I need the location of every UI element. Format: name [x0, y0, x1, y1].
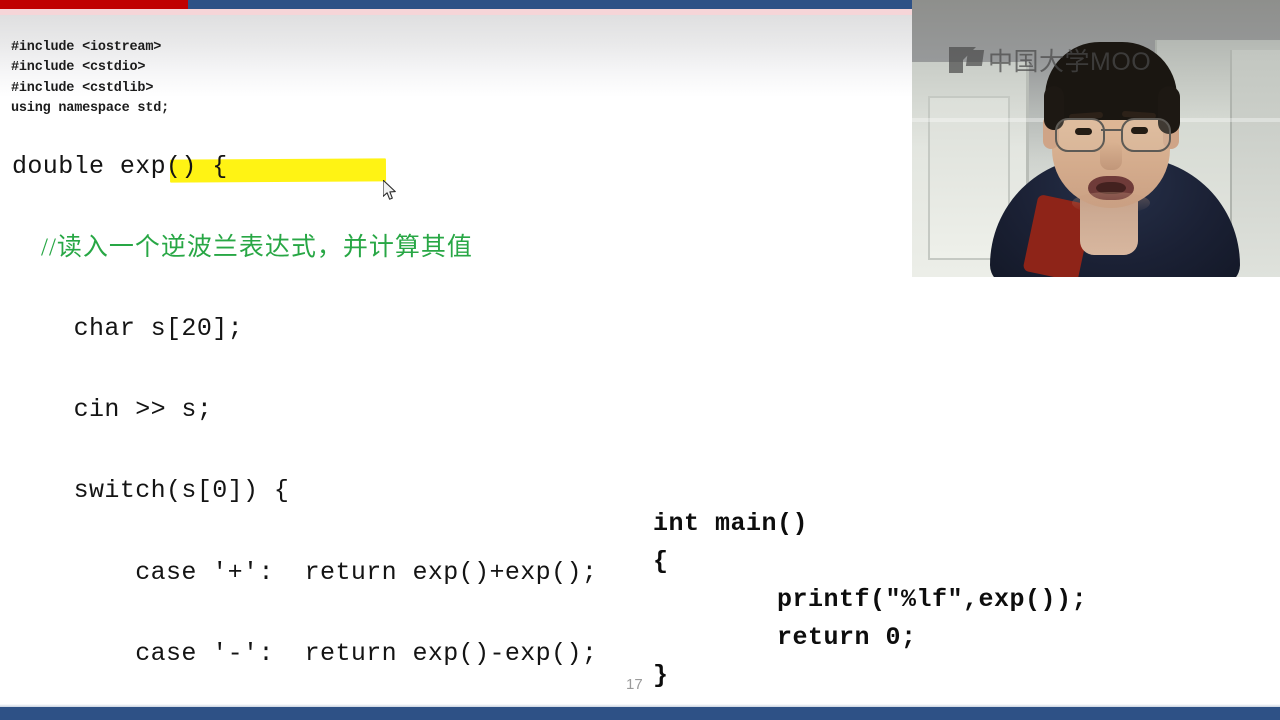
glasses-lens-left [1055, 118, 1105, 152]
code-comment-line: //读入一个逆波兰表达式，并计算其值 [12, 233, 473, 261]
main-function-code: int main() { printf("%lf",exp()); return… [653, 509, 1088, 690]
exp-function-code: double exp() { //读入一个逆波兰表达式，并计算其值 char s… [12, 106, 597, 720]
presenter-nose [1100, 142, 1122, 170]
slide-bottom-accent-blue [0, 707, 1280, 720]
presenter-webcam-overlay[interactable]: 中国大学MOO [912, 0, 1280, 277]
mooc-logo-icon [949, 47, 985, 73]
code-line-3: char s[20]; [12, 313, 244, 343]
code-line-4: cin >> s; [12, 395, 213, 425]
slide-top-accent-red [0, 0, 188, 9]
glasses-lens-right [1121, 118, 1171, 152]
code-line-case-minus: case '-': return exp()-exp(); [12, 638, 598, 668]
presenter-eye-right [1131, 127, 1148, 134]
presenter-chin [1072, 192, 1150, 214]
code-line-case-plus: case '+': return exp()+exp(); [12, 557, 598, 587]
mooc-watermark-text: 中国大学MOO [988, 48, 1152, 76]
code-line-1: double exp() { [12, 151, 228, 181]
screen-recording-frame: #include <iostream> #include <cstdio> #i… [0, 0, 1280, 720]
glasses-bridge [1101, 129, 1123, 131]
slide-page-number: 17 [626, 676, 643, 693]
mooc-watermark: 中国大学MOO [949, 42, 1151, 78]
code-line-5: switch(s[0]) { [12, 476, 290, 506]
presenter-eye-left [1075, 128, 1092, 135]
